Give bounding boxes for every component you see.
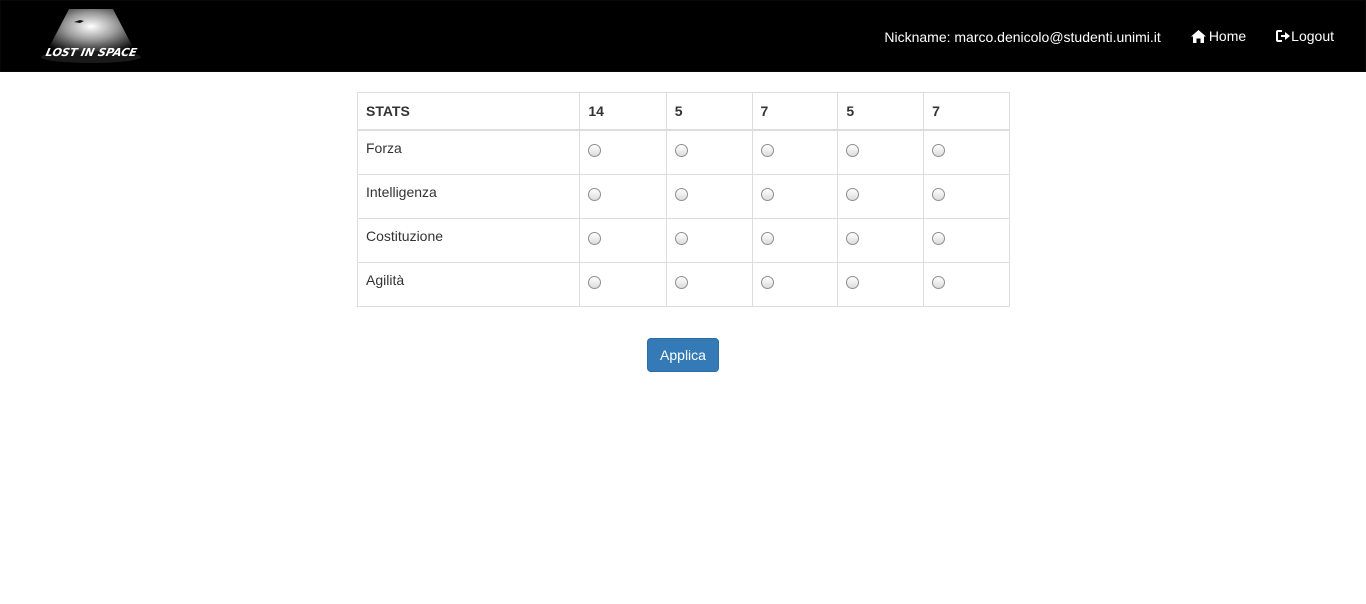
stat-radio[interactable] <box>846 276 860 289</box>
stat-radio[interactable] <box>760 232 774 245</box>
stats-header-label: STATS <box>356 92 581 131</box>
stat-radio[interactable] <box>760 188 774 201</box>
logout-link-label: Logout <box>1291 28 1334 44</box>
stats-header-row: STATS 14 5 7 5 7 <box>356 92 1010 131</box>
stat-cell <box>751 262 839 307</box>
svg-text:LOST IN SPACE: LOST IN SPACE <box>44 46 138 59</box>
home-link[interactable]: Home <box>1190 28 1247 44</box>
nickname-label: Nickname: marco.denicolo@studenti.unimi.… <box>884 29 1161 45</box>
stat-cell <box>751 218 839 263</box>
home-link-label: Home <box>1208 28 1247 44</box>
stat-cell <box>579 129 667 175</box>
stat-radio[interactable] <box>846 232 860 245</box>
stat-radio[interactable] <box>932 188 946 201</box>
stat-value-header: 7 <box>751 92 839 131</box>
stat-radio[interactable] <box>674 188 688 201</box>
stat-label: Agilità <box>356 262 581 307</box>
stat-cell <box>923 262 1010 307</box>
stat-radio[interactable] <box>760 144 774 157</box>
stat-cell <box>837 174 925 219</box>
stat-value-header: 5 <box>665 92 753 131</box>
stat-value-header: 7 <box>923 92 1010 131</box>
stat-radio[interactable] <box>932 276 946 289</box>
stat-radio[interactable] <box>760 276 774 289</box>
stat-cell <box>579 174 667 219</box>
home-icon <box>1190 29 1206 43</box>
stat-radio[interactable] <box>674 144 688 157</box>
stat-row-intelligenza: Intelligenza <box>356 174 1010 219</box>
stat-value-header: 5 <box>837 92 925 131</box>
stat-row-costituzione: Costituzione <box>356 218 1010 263</box>
stat-row-agilita: Agilità <box>356 262 1010 307</box>
stat-cell <box>665 174 753 219</box>
stat-label: Costituzione <box>356 218 581 263</box>
stat-radio[interactable] <box>674 232 688 245</box>
stat-cell <box>751 174 839 219</box>
stat-cell <box>665 129 753 175</box>
nav-right-group: Nickname: marco.denicolo@studenti.unimi.… <box>884 1 1365 71</box>
stat-cell <box>837 218 925 263</box>
stat-cell <box>665 218 753 263</box>
stat-radio[interactable] <box>588 144 602 157</box>
stat-cell <box>579 218 667 263</box>
stat-cell <box>923 218 1010 263</box>
stat-cell <box>837 129 925 175</box>
stat-radio[interactable] <box>588 188 602 201</box>
apply-button[interactable]: Applica <box>647 338 719 372</box>
stat-radio[interactable] <box>932 144 946 157</box>
stat-radio[interactable] <box>588 232 602 245</box>
stat-cell <box>923 174 1010 219</box>
stat-radio[interactable] <box>588 276 602 289</box>
lost-in-space-logo[interactable]: LOST IN SPACE <box>35 7 147 63</box>
stat-label: Forza <box>356 129 581 175</box>
stat-cell <box>923 129 1010 175</box>
logout-icon <box>1276 30 1291 42</box>
stat-cell <box>579 262 667 307</box>
stats-table: STATS 14 5 7 5 7 Forza Intelligenza Cost… <box>356 92 1010 307</box>
stat-value-header: 14 <box>579 92 667 131</box>
stat-radio[interactable] <box>932 232 946 245</box>
stat-cell <box>837 262 925 307</box>
logout-link[interactable]: Logout <box>1276 28 1334 44</box>
stat-radio[interactable] <box>674 276 688 289</box>
stat-label: Intelligenza <box>356 174 581 219</box>
stat-cell <box>751 129 839 175</box>
stat-cell <box>665 262 753 307</box>
stat-radio[interactable] <box>846 144 860 157</box>
stat-radio[interactable] <box>846 188 860 201</box>
top-navbar: LOST IN SPACE Nickname: marco.denicolo@s… <box>0 0 1366 72</box>
stat-row-forza: Forza <box>356 129 1010 175</box>
